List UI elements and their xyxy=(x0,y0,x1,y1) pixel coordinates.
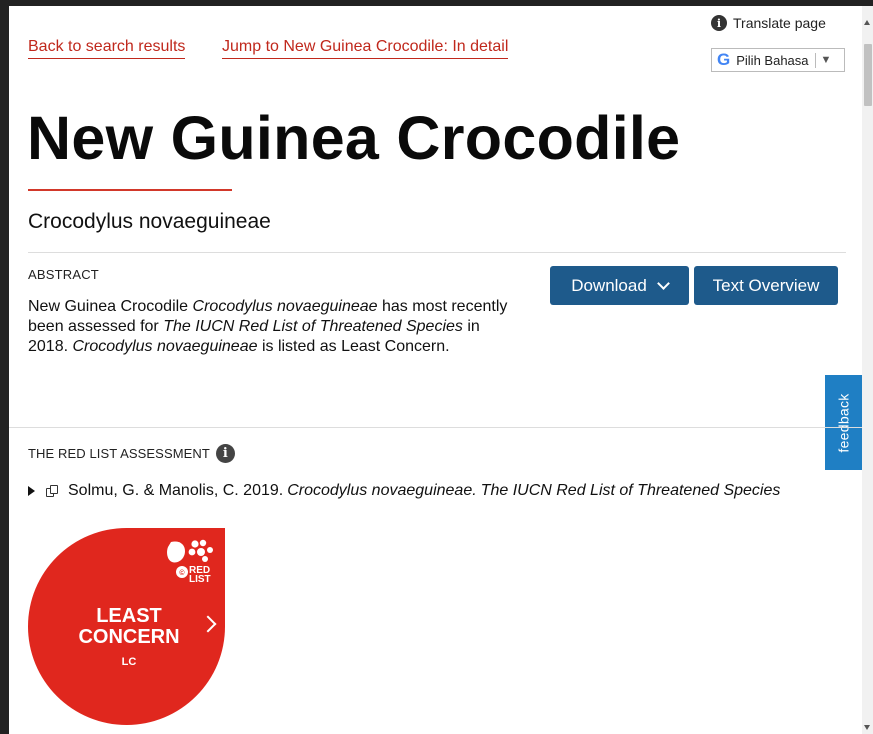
scroll-down-arrow-icon[interactable] xyxy=(864,725,870,730)
vertical-scrollbar[interactable] xyxy=(862,6,873,734)
download-label: Download xyxy=(571,275,647,295)
red-list-logo-text: RED LIST xyxy=(189,566,211,585)
divider xyxy=(9,427,862,428)
scroll-up-arrow-icon[interactable] xyxy=(864,20,870,25)
abstract-heading: ABSTRACT xyxy=(28,267,99,282)
jump-to-detail-link[interactable]: Jump to New Guinea Crocodile: In detail xyxy=(222,38,509,59)
svg-text:©: © xyxy=(179,569,185,577)
scrollbar-thumb[interactable] xyxy=(864,44,872,106)
feedback-tab[interactable]: feedback xyxy=(825,375,862,470)
abstract-part: is listed as Least Concern. xyxy=(257,338,450,355)
abstract-red-list-name: The IUCN Red List of Threatened Species xyxy=(163,318,463,335)
citation-publication: The IUCN Red List of Threatened Species xyxy=(480,482,781,499)
expand-triangle-icon[interactable] xyxy=(28,486,35,496)
scientific-name: Crocodylus novaeguineae xyxy=(28,210,271,233)
text-overview-label: Text Overview xyxy=(712,275,820,295)
select-divider xyxy=(814,52,816,68)
language-select-value: Pilih Bahasa xyxy=(736,52,809,68)
citation-species: Crocodylus novaeguineae. xyxy=(287,482,477,499)
feedback-label: feedback xyxy=(835,392,852,453)
dropdown-arrow-icon: ▼ xyxy=(820,54,832,66)
page-viewport: Back to search results Jump to New Guine… xyxy=(9,6,862,734)
back-to-search-link[interactable]: Back to search results xyxy=(28,38,186,59)
info-icon: i xyxy=(711,15,727,31)
divider xyxy=(28,252,846,253)
red-list-assessment-heading: THE RED LIST ASSESSMENT i xyxy=(28,444,235,463)
google-icon: G xyxy=(717,50,731,69)
info-icon[interactable]: i xyxy=(215,444,235,463)
abstract-part: New Guinea Crocodile xyxy=(28,298,193,315)
abstract-text: New Guinea Crocodile Crocodylus novaegui… xyxy=(28,297,518,357)
title-underline xyxy=(28,189,232,191)
citation-row: Solmu, G. & Manolis, C. 2019. Crocodylus… xyxy=(28,482,780,500)
abstract-species-name: Crocodylus novaeguineae xyxy=(192,298,378,315)
chevron-down-icon xyxy=(656,277,670,290)
category-code: LC xyxy=(121,656,137,668)
translate-page[interactable]: i Translate page xyxy=(711,15,826,31)
text-overview-button[interactable]: Text Overview xyxy=(694,266,838,305)
page-title: New Guinea Crocodile xyxy=(27,104,681,172)
citation-authors: Solmu, G. & Manolis, C. 2019. xyxy=(68,482,284,499)
language-select[interactable]: G Pilih Bahasa ▼ xyxy=(711,48,845,72)
download-button[interactable]: Download xyxy=(550,266,689,305)
category-label: LEAST CONCERN xyxy=(78,605,180,648)
red-list-category-badge[interactable]: © RED LIST LEAST CONCERN LC xyxy=(28,528,225,725)
chevron-right-icon xyxy=(199,615,217,633)
copy-icon[interactable] xyxy=(46,484,58,498)
abstract-species-name: Crocodylus novaeguineae xyxy=(72,338,258,355)
translate-label: Translate page xyxy=(733,15,826,31)
red-list-assessment-label: THE RED LIST ASSESSMENT xyxy=(28,446,210,461)
window-frame-left xyxy=(0,0,9,734)
logo-text-list: LIST xyxy=(189,574,211,585)
